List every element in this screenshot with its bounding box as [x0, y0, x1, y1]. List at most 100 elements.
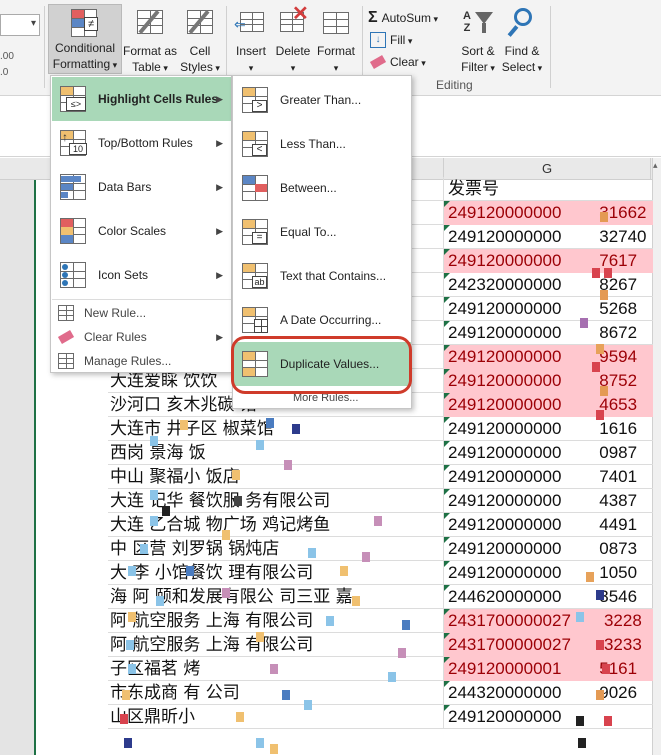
menu-clear-rules[interactable]: Clear Rules ▶ — [52, 325, 231, 349]
cell-invoice-number[interactable]: 2431700000027 3233 — [443, 633, 653, 657]
submenu-between[interactable]: Between... — [234, 166, 411, 210]
equal-label: Equal To... — [280, 225, 337, 239]
between-label: Between... — [280, 181, 337, 195]
date-occurring-icon — [240, 305, 270, 335]
submenu-greater-than[interactable]: > Greater Than... — [234, 78, 411, 122]
cell-invoice-number[interactable]: 249120000000 31662 — [443, 201, 653, 225]
mosaic-block — [256, 632, 264, 642]
mosaic-block — [292, 424, 300, 434]
menu-manage-rules[interactable]: Manage Rules... — [52, 349, 231, 373]
cell-invoice-number[interactable]: 249120000000 4653 — [443, 393, 653, 417]
delete-cells-icon: ✕ — [276, 4, 310, 39]
submenu-arrow-icon: ▶ — [216, 225, 223, 236]
cell-merchant-name[interactable]: 大 李 小馆餐饮 理有限公司 — [108, 561, 443, 585]
menu-top-bottom-rules[interactable]: 10 ↑ Top/Bottom Rules ▶ — [52, 121, 231, 165]
cell-invoice-number[interactable]: 249120000000 8752 — [443, 369, 653, 393]
cell-merchant-name[interactable]: 山区鼎昕小 — [108, 705, 443, 729]
cell-invoice-number[interactable]: 249120000001 5161 — [443, 657, 653, 681]
autosum-button[interactable]: Σ AutoSum — [368, 8, 438, 28]
error-indicator-icon — [444, 705, 450, 711]
cell-text: 249120000000 5268 — [448, 299, 638, 318]
format-as-table-button[interactable]: Format as Table — [122, 4, 178, 76]
cell-invoice-number[interactable]: 249120000000 — [443, 705, 653, 729]
menu-new-rule[interactable]: New Rule... — [52, 301, 231, 325]
cell-invoice-number[interactable]: 249120000000 0987 — [443, 441, 653, 465]
cell-invoice-number[interactable]: 244620000000 3546 — [443, 585, 653, 609]
error-indicator-icon — [444, 201, 450, 207]
cell-invoice-number[interactable]: 249120000000 7401 — [443, 465, 653, 489]
cell-merchant-name[interactable]: 大连市 井子区 椒菜馆 — [108, 417, 443, 441]
cell-invoice-number[interactable]: 249120000000 8672 — [443, 321, 653, 345]
cell-merchant-name[interactable]: 中 区营 刘罗锅 锅炖店 — [108, 537, 443, 561]
cell-merchant-name[interactable]: 西岗 景海 饭 — [108, 441, 443, 465]
submenu-text-contains[interactable]: ab Text that Contains... — [234, 254, 411, 298]
cell-invoice-header[interactable]: 发票号 — [443, 177, 653, 201]
error-indicator-icon — [444, 465, 450, 471]
cell-invoice-number[interactable]: 249120000000 32740 — [443, 225, 653, 249]
submenu-equal-to[interactable]: = Equal To... — [234, 210, 411, 254]
sort-filter-icon: AZ — [461, 6, 495, 39]
menu-icon-sets[interactable]: Icon Sets ▶ — [52, 253, 231, 297]
mosaic-block — [256, 738, 264, 748]
cell-text: 249120000000 4491 — [448, 515, 638, 534]
menu-highlight-cells-rules[interactable]: ≤> Highlight Cells Rules ▶ — [52, 77, 231, 121]
less-than-icon: < — [240, 129, 270, 159]
menu-color-scales[interactable]: Color Scales ▶ — [52, 209, 231, 253]
conditional-formatting-menu: ≤> Highlight Cells Rules ▶ 10 ↑ Top/Bott… — [50, 75, 232, 373]
insert-button[interactable]: ⇐ Insert — [230, 4, 272, 76]
cell-invoice-number[interactable]: 249120000000 7617 — [443, 249, 653, 273]
cell-invoice-number[interactable]: 244320000000 9026 — [443, 681, 653, 705]
insert-label: Insert — [235, 44, 266, 58]
mosaic-block — [282, 690, 290, 700]
cell-styles-button[interactable]: Cell Styles — [178, 4, 222, 76]
cell-invoice-number[interactable]: 249120000000 9594 — [443, 345, 653, 369]
clear-button[interactable]: Clear — [369, 52, 426, 72]
cell-invoice-number[interactable]: 249120000000 1616 — [443, 417, 653, 441]
error-indicator-icon — [444, 393, 450, 399]
cell-invoice-number[interactable]: 2431700000027 3228 — [443, 609, 653, 633]
table-row: 阿 航空服务 上海 有限公司 2431700000027 3233 — [108, 633, 653, 657]
color-scales-icon — [58, 216, 88, 246]
cell-invoice-number[interactable]: 249120000000 1050 — [443, 561, 653, 585]
iconsets-label: Icon Sets — [98, 268, 149, 282]
delete-button[interactable]: ✕ Delete — [272, 4, 314, 76]
between-icon — [240, 173, 270, 203]
mosaic-block — [604, 268, 612, 278]
error-indicator-icon — [444, 369, 450, 375]
colorscales-label: Color Scales — [98, 224, 167, 238]
sort-filter-button[interactable]: AZ Sort & Filter — [458, 4, 498, 76]
find-select-button[interactable]: Find & Select — [500, 4, 544, 76]
mosaic-block — [600, 212, 608, 222]
cell-merchant-name[interactable]: 大连 记华 餐饮服 务有限公司 — [108, 489, 443, 513]
conditional-formatting-button[interactable]: ≠ Conditional Formatting — [48, 4, 122, 74]
vertical-scrollbar[interactable] — [652, 158, 661, 755]
cell-text: 249120000000 4653 — [448, 395, 638, 414]
sigma-icon: Σ — [368, 9, 378, 26]
cell-merchant-name[interactable]: 大连 乙合城 物广场 鸡记烤鱼 — [108, 513, 443, 537]
cell-merchant-name[interactable]: 中山 聚福小 饭店 — [108, 465, 443, 489]
cell-invoice-number[interactable]: 249120000000 5268 — [443, 297, 653, 321]
autosum-label: AutoSum — [382, 11, 438, 25]
mosaic-block — [596, 344, 604, 354]
cell-merchant-name[interactable]: 阿 航空服务 上海 有限公司 — [108, 633, 443, 657]
table-row: 大连 记华 餐饮服 务有限公司 249120000000 4387 — [108, 489, 653, 513]
mosaic-block — [600, 386, 608, 396]
delete-label: Delete — [275, 44, 311, 58]
mosaic-block — [140, 544, 148, 554]
submenu-less-than[interactable]: < Less Than... — [234, 122, 411, 166]
submenu-arrow-icon: ▶ — [216, 137, 223, 148]
mosaic-block — [126, 640, 134, 650]
cell-invoice-number[interactable]: 242320000000 8267 — [443, 273, 653, 297]
menu-data-bars[interactable]: Data Bars ▶ — [52, 165, 231, 209]
cell-merchant-name[interactable]: 阿 航空服务 上海 有限公司 — [108, 609, 443, 633]
submenu-arrow-icon: ▶ — [216, 93, 223, 104]
cell-invoice-number[interactable]: 249120000000 4491 — [443, 513, 653, 537]
font-size-dropdown[interactable] — [0, 14, 40, 36]
fill-button[interactable]: ↓ Fill — [370, 30, 412, 50]
format-button[interactable]: Format — [314, 4, 358, 76]
mosaic-block — [150, 490, 158, 500]
new-rule-label: New Rule... — [84, 306, 147, 320]
cell-merchant-name[interactable]: 市东成商 有 公司 — [108, 681, 443, 705]
cell-invoice-number[interactable]: 249120000000 0873 — [443, 537, 653, 561]
cell-invoice-number[interactable]: 249120000000 4387 — [443, 489, 653, 513]
